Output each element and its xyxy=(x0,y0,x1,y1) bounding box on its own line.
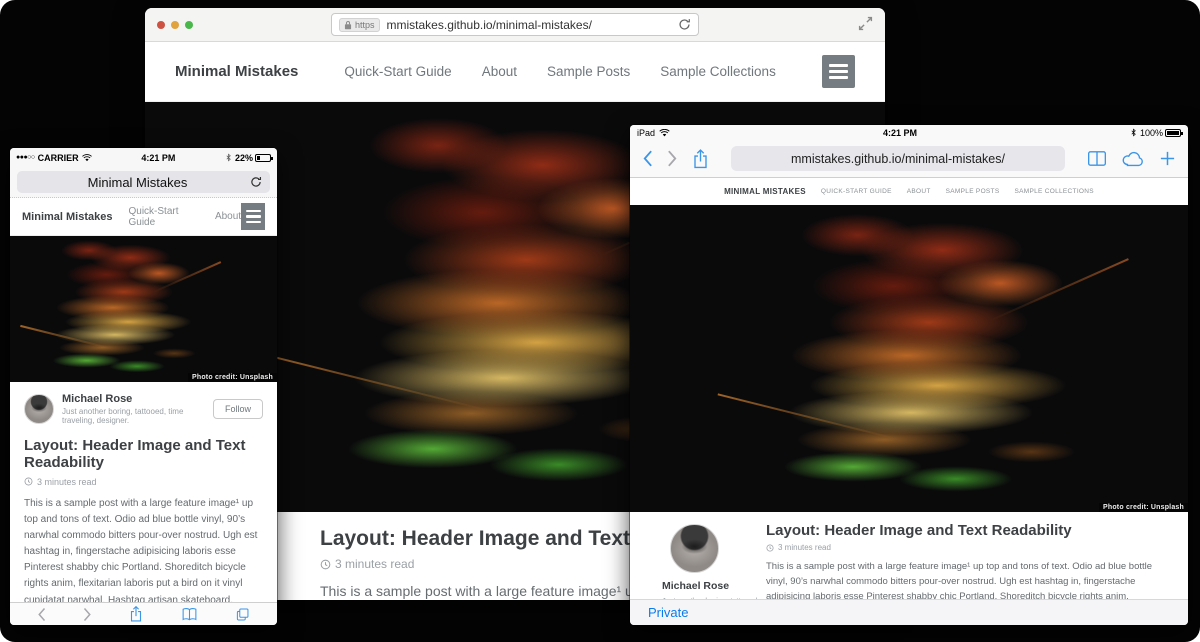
avatar xyxy=(670,524,719,573)
https-label: https xyxy=(355,20,375,30)
private-browsing-bar: Private xyxy=(630,599,1188,625)
clock-icon xyxy=(766,544,774,552)
read-time: 3 minutes read xyxy=(37,477,97,487)
iphone-device: ●●●○○ CARRIER 4:21 PM 22% Minimal Mistak… xyxy=(10,148,277,625)
signal-dots-icon: ●●●○○ xyxy=(16,154,35,161)
forward-icon[interactable] xyxy=(667,149,678,168)
ipad-device: iPad 4:21 PM 100% mmistakes.github.io/mi… xyxy=(630,125,1188,625)
address-bar[interactable]: Minimal Mistakes xyxy=(17,171,270,193)
close-window-button[interactable] xyxy=(157,21,165,29)
nav-about[interactable]: About xyxy=(482,64,517,79)
author-name: Michael Rose xyxy=(62,393,205,405)
device-showcase: https mmistakes.github.io/minimal-mistak… xyxy=(0,0,1200,642)
post-meta: 3 minutes read xyxy=(766,543,1158,552)
photo-credit: Photo credit: Unsplash xyxy=(1099,503,1188,512)
clock-icon xyxy=(320,559,331,570)
status-time: 4:21 PM xyxy=(670,128,1130,138)
author-name: Michael Rose xyxy=(662,580,762,592)
avatar xyxy=(24,394,54,424)
ipad-safari-toolbar: mmistakes.github.io/minimal-mistakes/ xyxy=(630,140,1188,178)
site-nav: Quick-Start Guide About Sample Posts Sam… xyxy=(344,64,775,79)
nav-sample-posts[interactable]: Sample Posts xyxy=(946,188,1000,195)
post-title: Layout: Header Image and Text Readabilit… xyxy=(766,522,1158,539)
window-controls xyxy=(157,21,193,29)
url-text: mmistakes.github.io/minimal-mistakes/ xyxy=(387,18,671,32)
photo-credit: Photo credit: Unsplash xyxy=(188,373,277,382)
author-row: Michael Rose Just another boring, tattoo… xyxy=(24,393,263,425)
nav-quick-start-guide[interactable]: Quick-Start Guide xyxy=(128,206,198,228)
menu-toggle-button[interactable] xyxy=(241,203,265,230)
nav-quick-start-guide[interactable]: Quick-Start Guide xyxy=(821,188,892,195)
post-body: This is a sample post with a large featu… xyxy=(24,496,263,603)
zoom-window-button[interactable] xyxy=(185,21,193,29)
site-masthead: Minimal Mistakes Quick-Start Guide About… xyxy=(630,178,1188,205)
fullscreen-icon[interactable] xyxy=(858,16,873,31)
autumn-leaves-photo xyxy=(697,211,1143,512)
wifi-icon xyxy=(659,129,670,137)
follow-button[interactable]: Follow xyxy=(213,399,263,419)
battery-percent: 100% xyxy=(1140,128,1163,138)
autumn-leaves-photo xyxy=(10,239,229,382)
battery-icon xyxy=(255,154,271,162)
new-tab-icon[interactable] xyxy=(1159,150,1176,167)
browser-chrome: https mmistakes.github.io/minimal-mistak… xyxy=(145,8,885,42)
read-time: 3 minutes read xyxy=(778,543,831,552)
read-time: 3 minutes read xyxy=(335,557,414,571)
device-label: iPad xyxy=(637,128,655,138)
tabs-icon[interactable] xyxy=(235,607,250,622)
site-title[interactable]: Minimal Mistakes xyxy=(175,63,298,80)
nav-about[interactable]: About xyxy=(907,188,931,195)
share-icon[interactable] xyxy=(692,148,709,170)
icloud-tabs-icon[interactable] xyxy=(1121,150,1145,167)
minimize-window-button[interactable] xyxy=(171,21,179,29)
menu-toggle-button[interactable] xyxy=(822,55,855,88)
address-bar[interactable]: https mmistakes.github.io/minimal-mistak… xyxy=(331,13,699,36)
nav-sample-collections[interactable]: Sample Collections xyxy=(660,64,776,79)
reading-list-icon[interactable] xyxy=(1087,150,1107,167)
back-icon[interactable] xyxy=(37,607,46,622)
ipad-status-bar: iPad 4:21 PM 100% xyxy=(630,125,1188,140)
nav-about[interactable]: About xyxy=(215,211,241,222)
post-meta: 3 minutes read xyxy=(24,477,263,487)
bluetooth-icon xyxy=(225,153,232,162)
status-time: 4:21 PM xyxy=(92,153,225,163)
post-title: Layout: Header Image and Text Readabilit… xyxy=(24,437,254,472)
address-bar[interactable]: mmistakes.github.io/minimal-mistakes/ xyxy=(731,146,1065,171)
author-bio: Just another boring, tattooed, time trav… xyxy=(62,407,205,425)
lock-icon xyxy=(344,20,352,30)
battery-percent: 22% xyxy=(235,153,253,163)
carrier-label: CARRIER xyxy=(38,153,79,163)
back-icon[interactable] xyxy=(642,149,653,168)
iphone-safari-urlbar: Minimal Mistakes xyxy=(10,167,277,198)
wifi-icon xyxy=(82,154,92,162)
header-image: Photo credit: Unsplash xyxy=(10,236,277,382)
site-masthead: Minimal Mistakes Quick-Start Guide About… xyxy=(145,42,885,102)
https-badge: https xyxy=(339,18,380,32)
iphone-status-bar: ●●●○○ CARRIER 4:21 PM 22% xyxy=(10,148,277,167)
refresh-icon[interactable] xyxy=(250,176,262,188)
iphone-safari-toolbar xyxy=(10,602,277,625)
refresh-icon[interactable] xyxy=(678,18,691,31)
url-title: Minimal Mistakes xyxy=(25,175,250,190)
clock-icon xyxy=(24,477,33,486)
nav-quick-start-guide[interactable]: Quick-Start Guide xyxy=(344,64,451,79)
forward-icon[interactable] xyxy=(83,607,92,622)
site-title[interactable]: Minimal Mistakes xyxy=(724,187,806,196)
bluetooth-icon xyxy=(1130,128,1137,137)
site-masthead: Minimal Mistakes Quick-Start Guide About xyxy=(10,198,277,236)
share-icon[interactable] xyxy=(129,605,143,623)
nav-sample-posts[interactable]: Sample Posts xyxy=(547,64,630,79)
site-title[interactable]: Minimal Mistakes xyxy=(22,211,112,223)
nav-sample-collections[interactable]: Sample Collections xyxy=(1014,188,1093,195)
header-image: Photo credit: Unsplash xyxy=(630,205,1188,512)
iphone-article: Michael Rose Just another boring, tattoo… xyxy=(10,382,277,602)
bookmarks-icon[interactable] xyxy=(181,607,198,622)
battery-icon xyxy=(1165,129,1181,137)
private-button[interactable]: Private xyxy=(648,605,688,620)
